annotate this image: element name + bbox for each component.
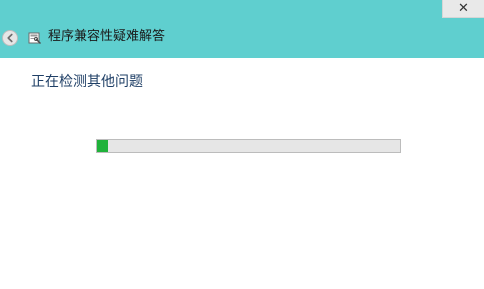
progress-bar (96, 139, 401, 153)
troubleshooter-window: ✕ 程序兼容性疑难解答 正在检测其他问题 (0, 0, 484, 289)
window-title: 程序兼容性疑难解答 (48, 29, 166, 44)
close-icon: ✕ (458, 1, 469, 16)
troubleshooter-app-icon (28, 32, 41, 44)
progress-fill (97, 140, 108, 152)
back-button[interactable] (2, 30, 18, 46)
close-button[interactable]: ✕ (442, 0, 484, 18)
status-heading: 正在检测其他问题 (31, 74, 143, 90)
back-arrow-icon (7, 33, 13, 43)
